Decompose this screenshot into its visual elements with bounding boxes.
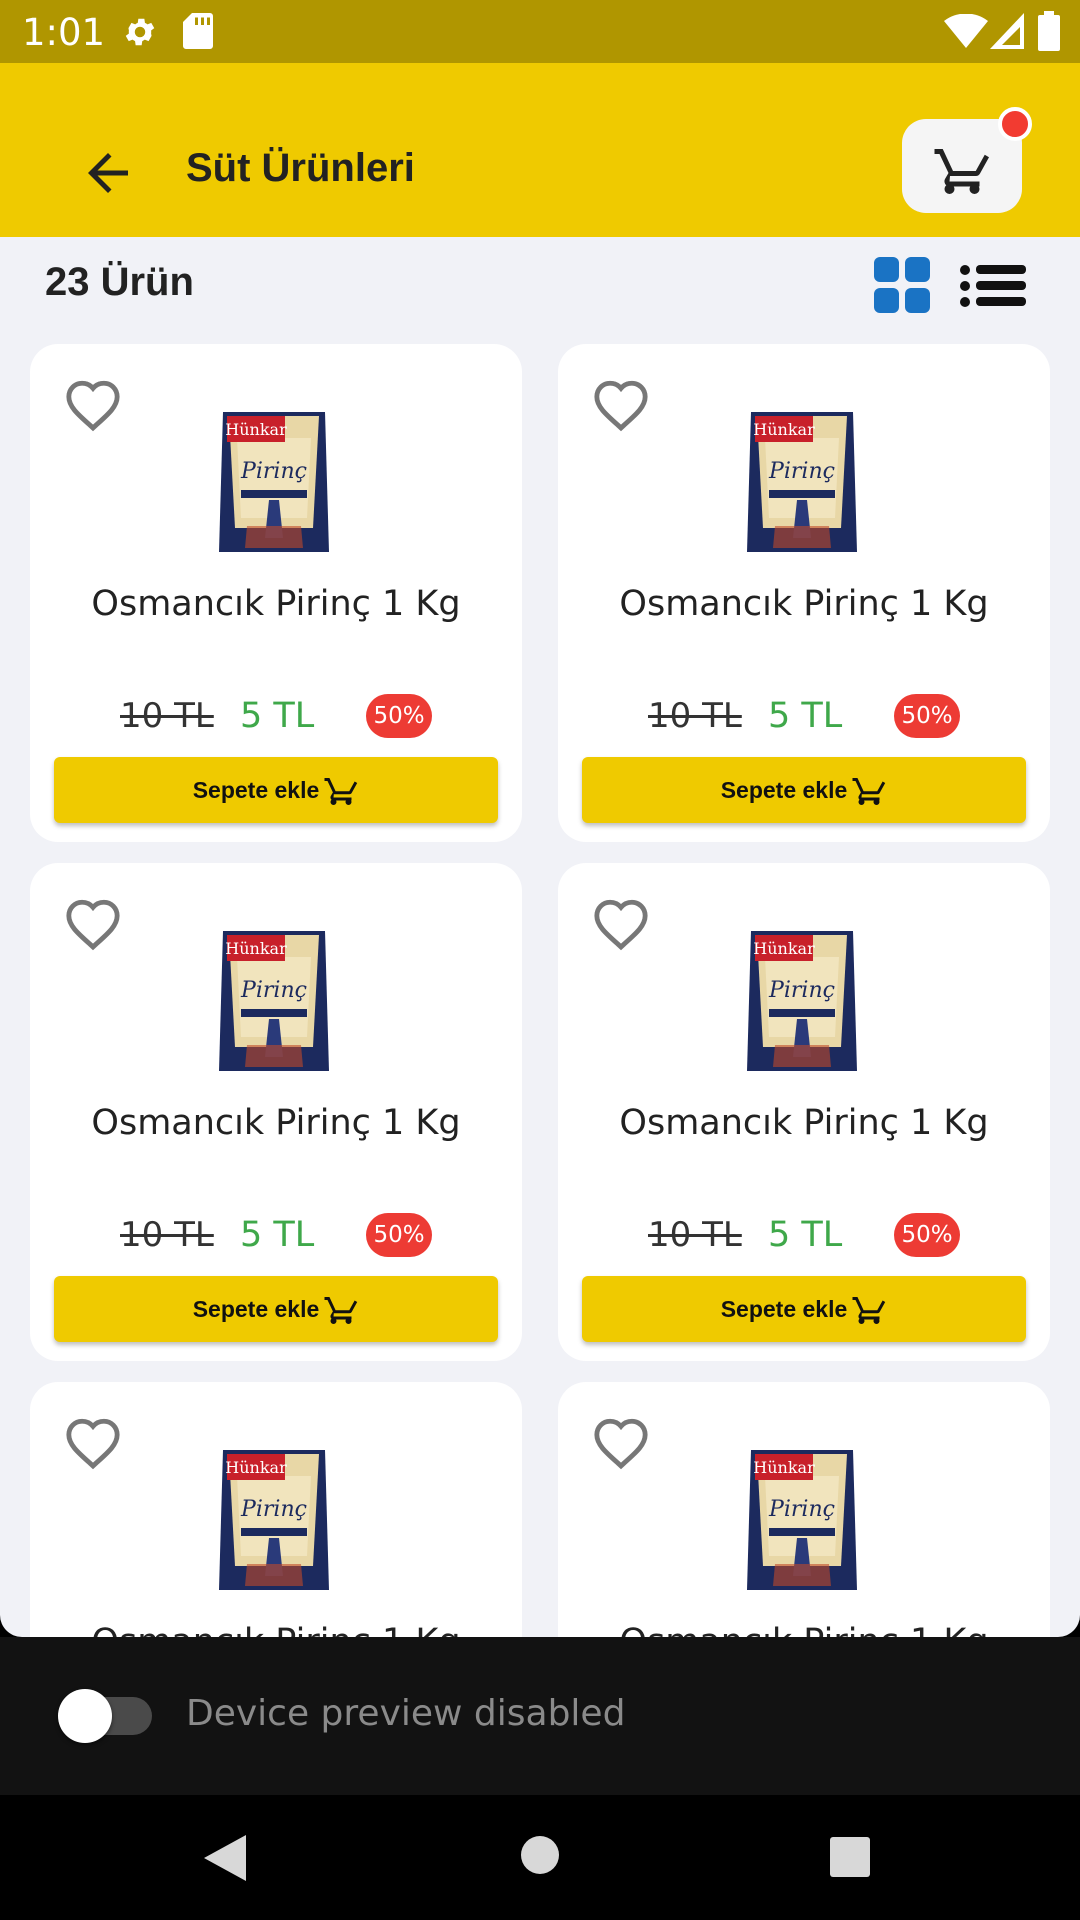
product-image-brand-text: Hünkar bbox=[225, 939, 287, 958]
discount-badge: 50% bbox=[894, 694, 960, 738]
old-price: 10 TL bbox=[648, 1215, 742, 1255]
add-to-cart-label: Sepete ekle bbox=[192, 776, 320, 803]
signal-icon bbox=[990, 13, 1024, 49]
device-preview-label: Device preview disabled bbox=[186, 1693, 626, 1734]
status-bar: 1:01 bbox=[0, 0, 1080, 63]
product-image-brand-text: Hünkar bbox=[225, 1458, 287, 1477]
product-image-label-text: Pirinç bbox=[240, 978, 307, 1003]
product-image: Hünkar Pirinç bbox=[745, 927, 859, 1075]
product-name: Osmancık Pirinç 1 Kg bbox=[558, 1622, 1050, 1637]
old-price: 10 TL bbox=[648, 696, 742, 736]
heart-icon[interactable] bbox=[592, 378, 650, 432]
system-nav-bar bbox=[0, 1795, 1080, 1920]
nav-recents-icon[interactable] bbox=[830, 1837, 870, 1877]
product-name: Osmancık Pirinç 1 Kg bbox=[619, 584, 989, 624]
add-to-cart-button[interactable]: Sepete ekle bbox=[582, 757, 1026, 823]
settings-icon bbox=[125, 18, 155, 46]
list-view-icon[interactable] bbox=[960, 263, 1026, 309]
new-price: 5 TL bbox=[240, 1215, 315, 1255]
product-name: Osmancık Pirinç 1 Kg bbox=[91, 584, 461, 624]
product-image-label-text: Pirinç bbox=[240, 459, 307, 484]
heart-icon[interactable] bbox=[64, 897, 122, 951]
product-image-brand-text: Hünkar bbox=[753, 939, 815, 958]
add-to-cart-button[interactable]: Sepete ekle bbox=[582, 1276, 1026, 1342]
wifi-icon bbox=[944, 14, 988, 48]
discount-badge: 50% bbox=[366, 1213, 432, 1257]
product-name: Osmancık Pirinç 1 Kg bbox=[30, 1622, 522, 1637]
cart-notification-badge bbox=[998, 107, 1032, 141]
add-to-cart-label: Sepete ekle bbox=[720, 776, 848, 803]
new-price: 5 TL bbox=[768, 1215, 843, 1255]
cart-icon bbox=[934, 149, 989, 194]
cart-icon bbox=[851, 772, 887, 808]
grid-view-icon[interactable] bbox=[874, 257, 930, 313]
product-card[interactable]: Hünkar Pirinç Osmancık Pirinç 1 Kg 10 TL… bbox=[30, 863, 522, 1361]
old-price: 10 TL bbox=[120, 1215, 214, 1255]
new-price: 5 TL bbox=[768, 696, 843, 736]
product-image: Hünkar Pirinç bbox=[217, 927, 331, 1075]
product-image: Hünkar Pirinç bbox=[745, 1446, 859, 1594]
battery-icon bbox=[1038, 11, 1060, 51]
product-count: 23 Ürün bbox=[45, 260, 194, 304]
product-image-label-text: Pirinç bbox=[240, 1497, 307, 1522]
product-card[interactable]: Hünkar Pirinç Osmancık Pirinç 1 Kg 10 TL… bbox=[558, 863, 1050, 1361]
heart-icon[interactable] bbox=[64, 1416, 122, 1470]
device-preview-bar: Device preview disabled bbox=[0, 1637, 1080, 1795]
product-name: Osmancık Pirinç 1 Kg bbox=[619, 1103, 989, 1143]
cart-icon bbox=[323, 1291, 359, 1327]
nav-back-icon[interactable] bbox=[204, 1835, 246, 1881]
page-title: Süt Ürünleri bbox=[186, 146, 415, 190]
status-time: 1:01 bbox=[22, 11, 106, 54]
heart-icon[interactable] bbox=[592, 1416, 650, 1470]
product-image-label-text: Pirinç bbox=[768, 1497, 835, 1522]
add-to-cart-button[interactable]: Sepete ekle bbox=[54, 757, 498, 823]
back-arrow-icon[interactable] bbox=[78, 143, 138, 203]
old-price: 10 TL bbox=[120, 696, 214, 736]
product-card[interactable]: Hünkar Pirinç Osmancık Pirinç 1 Kg 10 TL… bbox=[30, 344, 522, 842]
product-image-brand-text: Hünkar bbox=[753, 420, 815, 439]
product-image-brand-text: Hünkar bbox=[225, 420, 287, 439]
add-to-cart-label: Sepete ekle bbox=[720, 1295, 848, 1322]
add-to-cart-button[interactable]: Sepete ekle bbox=[54, 1276, 498, 1342]
product-image-label-text: Pirinç bbox=[768, 459, 835, 484]
nav-home-icon[interactable] bbox=[520, 1835, 560, 1875]
product-image: Hünkar Pirinç bbox=[217, 408, 331, 556]
product-image-label-text: Pirinç bbox=[768, 978, 835, 1003]
product-image: Hünkar Pirinç bbox=[217, 1446, 331, 1594]
discount-badge: 50% bbox=[894, 1213, 960, 1257]
heart-icon[interactable] bbox=[592, 897, 650, 951]
product-name: Osmancık Pirinç 1 Kg bbox=[91, 1103, 461, 1143]
product-card[interactable]: Hünkar Pirinç Osmancık Pirinç 1 Kg 10 TL… bbox=[30, 1382, 522, 1637]
product-image: Hünkar Pirinç bbox=[745, 408, 859, 556]
device-preview-toggle-knob[interactable] bbox=[58, 1689, 112, 1743]
cart-icon bbox=[323, 772, 359, 808]
new-price: 5 TL bbox=[240, 696, 315, 736]
discount-badge: 50% bbox=[366, 694, 432, 738]
heart-icon[interactable] bbox=[64, 378, 122, 432]
product-card[interactable]: Hünkar Pirinç Osmancık Pirinç 1 Kg 10 TL… bbox=[558, 344, 1050, 842]
product-image-brand-text: Hünkar bbox=[753, 1458, 815, 1477]
cart-icon bbox=[851, 1291, 887, 1327]
product-card[interactable]: Hünkar Pirinç Osmancık Pirinç 1 Kg 10 TL… bbox=[558, 1382, 1050, 1637]
product-list-area: 23 Ürün Hünkar Pirinç Osmancık Pirinç 1 … bbox=[0, 237, 1080, 1637]
sd-card-icon bbox=[183, 13, 213, 49]
add-to-cart-label: Sepete ekle bbox=[192, 1295, 320, 1322]
